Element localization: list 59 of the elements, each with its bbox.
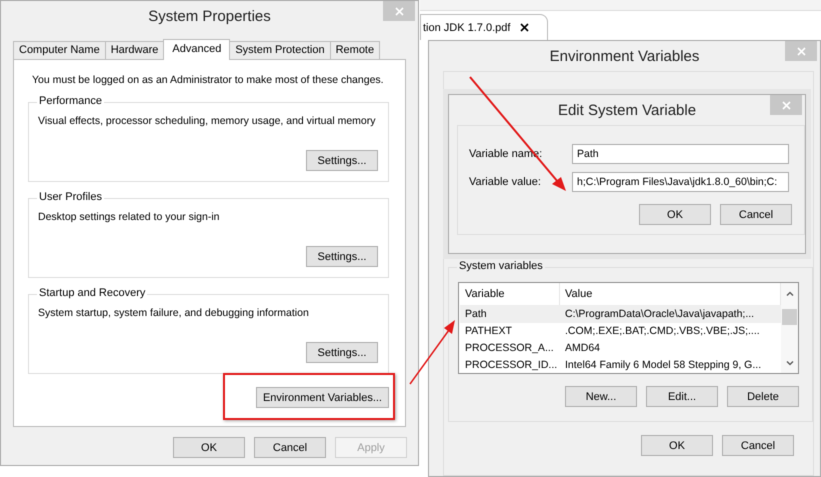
group-title: System variables <box>457 260 545 272</box>
close-icon <box>782 100 790 110</box>
tab[interactable]: Remote <box>330 41 380 59</box>
settings-button[interactable]: Settings... <box>306 150 378 171</box>
group-title: Startup and Recovery <box>37 287 148 299</box>
dialog-button[interactable]: OK <box>641 435 713 456</box>
value-field[interactable]: h;C:\Program Files\Java\jdk1.8.0_60\bin;C: <box>572 172 789 192</box>
list-row[interactable]: PATHEXT .COM;.EXE;.BAT;.CMD;.VBS;.VBE;.JS;.... <box>460 322 781 340</box>
value-cell-text: .COM;.EXE;.BAT;.CMD;.VBS;.VBE;.JS;.... <box>564 324 761 337</box>
tab-label: tion JDK 1.7.0.pdf <box>423 22 510 34</box>
chevron-down-icon <box>786 360 794 366</box>
window-title: Edit System Variable <box>558 102 696 118</box>
document-tab[interactable]: tion JDK 1.7.0.pdf <box>420 14 548 40</box>
group-description: System startup, system failure, and debugging information <box>38 307 310 319</box>
dialog-button[interactable]: Cancel <box>722 435 794 456</box>
window-title: Environment Variables <box>550 48 700 64</box>
group-description: Desktop settings related to your sign-in <box>38 211 221 223</box>
settings-button[interactable]: Settings... <box>306 342 378 363</box>
close-button[interactable] <box>770 95 802 115</box>
value-cell-text: C:\ProgramData\Oracle\Java\javapath;... <box>564 308 756 320</box>
tab[interactable]: Hardware <box>104 41 164 59</box>
environment-variables-button[interactable]: Environment Variables... <box>256 387 389 408</box>
window-title: System Properties <box>148 8 271 24</box>
list-row[interactable]: PROCESSOR_ID... Intel64 Family 6 Model 58 Stepping 9, G... <box>460 356 781 373</box>
group-title: Performance <box>37 95 104 107</box>
admin-note: You must be logged on as an Administrator to make most of these changes. <box>32 74 385 86</box>
arrow <box>409 320 455 384</box>
variable-cell-text: PATHEXT <box>464 324 513 337</box>
close-icon <box>796 46 806 56</box>
group-title: User Profiles <box>37 191 104 203</box>
close-icon <box>394 6 404 16</box>
list-row[interactable]: PROCESSOR_A... AMD64 <box>460 339 781 356</box>
tab[interactable]: Computer Name <box>13 41 106 59</box>
variable-cell-text: PROCESSOR_A... <box>464 342 555 354</box>
list-row[interactable]: Path C:\ProgramData\Oracle\Java\javapath;... <box>460 306 781 323</box>
close-icon <box>520 23 530 32</box>
field-label: Variable value: <box>469 176 542 188</box>
list-action-button[interactable]: New... <box>565 386 637 407</box>
value-cell-text: Intel64 Family 6 Model 58 Stepping 9, G... <box>564 358 762 371</box>
list-action-button[interactable]: Delete <box>727 386 799 407</box>
list-action-button[interactable]: Edit... <box>646 386 718 407</box>
tab[interactable]: System Protection <box>229 41 331 59</box>
tab[interactable]: Advanced <box>163 39 230 60</box>
close-button[interactable] <box>383 1 415 21</box>
variable-cell-text: PROCESSOR_ID... <box>464 358 558 371</box>
settings-button[interactable]: Settings... <box>306 246 378 267</box>
name-field[interactable]: Path <box>572 144 789 164</box>
scrollbar[interactable] <box>781 283 798 373</box>
value-cell-text: AMD64 <box>564 342 602 354</box>
variable-cell-text: Path <box>464 308 488 320</box>
dialog-button[interactable]: OK <box>173 437 245 458</box>
column-header[interactable]: Variable <box>460 283 560 305</box>
dialog-button[interactable]: Cancel <box>720 204 792 225</box>
close-button[interactable] <box>785 41 817 61</box>
dialog-button[interactable]: Cancel <box>254 437 326 458</box>
chevron-up-icon <box>786 290 794 296</box>
group-description: Visual effects, processor scheduling, memory usage, and virtual memory <box>38 115 377 127</box>
scrollbar-thumb[interactable] <box>782 309 797 325</box>
dialog-button[interactable]: OK <box>639 204 711 225</box>
